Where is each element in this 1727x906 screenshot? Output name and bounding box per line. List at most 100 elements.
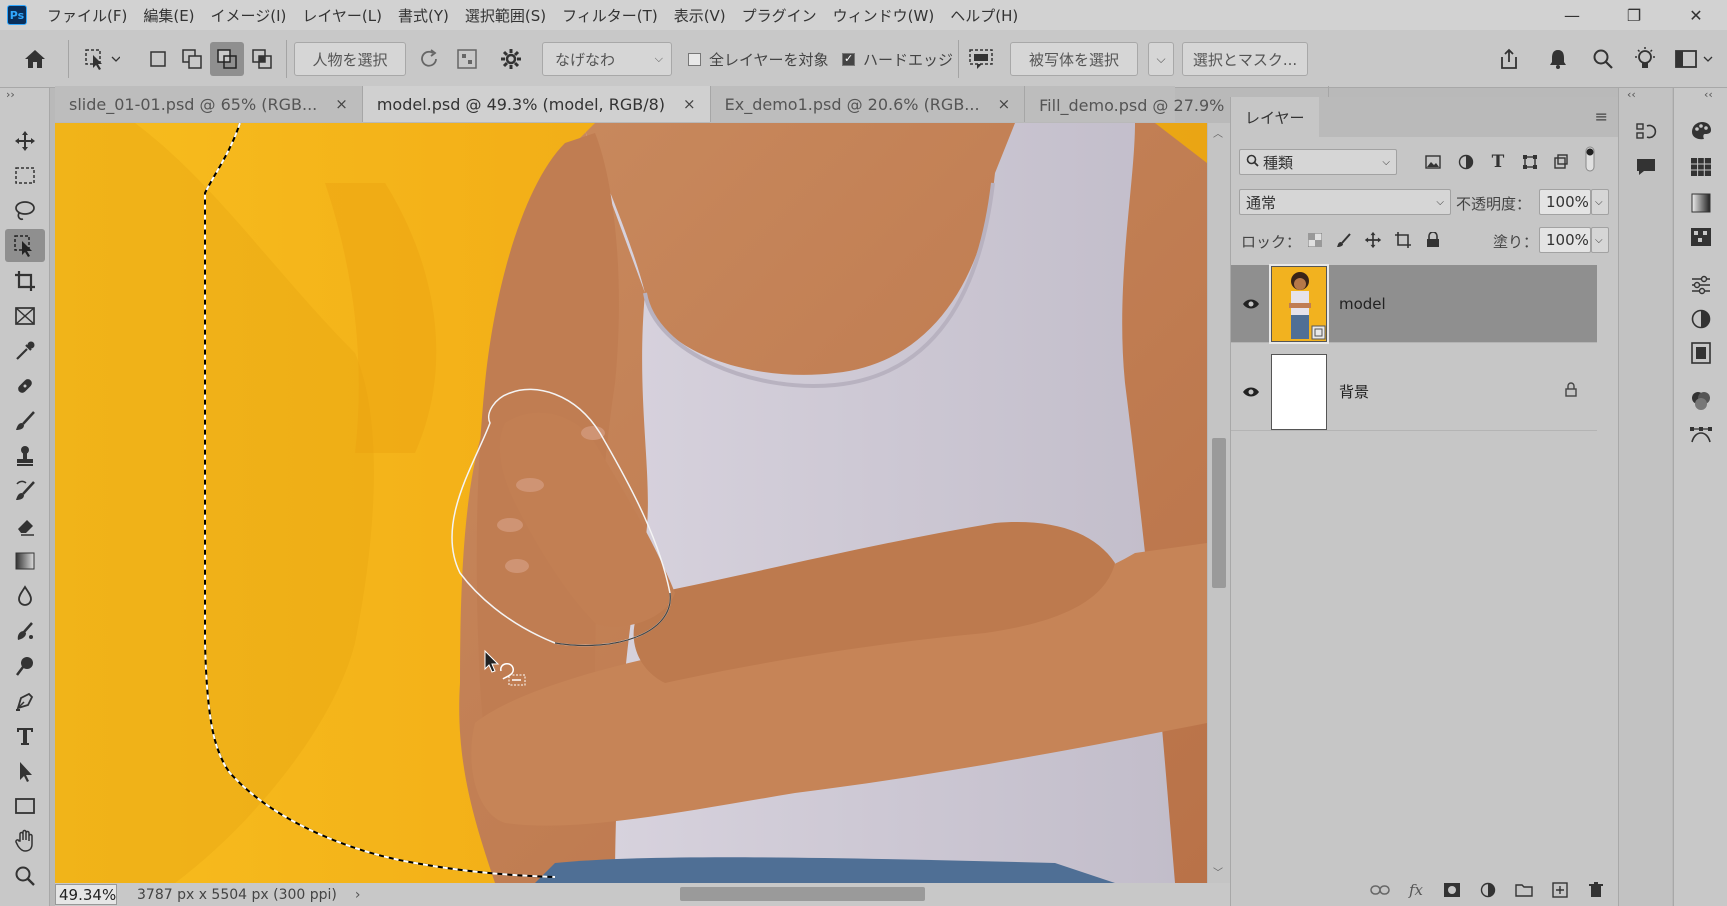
adjustment-layer-icon[interactable] [1477, 879, 1499, 901]
tab-ex-demo1[interactable]: Ex_demo1.psd @ 20.6% (RGB... × [711, 86, 1026, 122]
zoom-tool-icon[interactable] [5, 859, 45, 892]
hand-tool-icon[interactable] [5, 824, 45, 857]
share-icon[interactable] [1494, 44, 1524, 74]
layer-thumbnail-model[interactable] [1269, 263, 1329, 344]
lightbulb-icon[interactable] [1630, 44, 1660, 74]
document-canvas[interactable] [55, 123, 1207, 883]
select-and-mask-button[interactable]: 選択とマスク... [1182, 42, 1308, 76]
patterns-icon[interactable] [1686, 222, 1716, 252]
dodge-tool-icon[interactable] [5, 649, 45, 682]
paths-icon[interactable] [1686, 420, 1716, 450]
blend-mode-dropdown[interactable]: 通常 ⌵ [1239, 189, 1451, 215]
eye-icon[interactable] [1231, 386, 1271, 398]
close-icon[interactable]: × [683, 95, 696, 113]
panel-menu-icon[interactable]: ≡ [1595, 107, 1608, 126]
adjustments-icon[interactable] [1686, 304, 1716, 334]
libraries-icon[interactable] [1686, 338, 1716, 368]
select-subject-dropdown[interactable]: ⌵ [1148, 42, 1174, 76]
history-brush-tool-icon[interactable] [5, 474, 45, 507]
close-icon[interactable]: × [335, 95, 348, 113]
lasso-tool-icon[interactable] [5, 194, 45, 227]
hard-edge-checkbox[interactable]: ハードエッジ [842, 44, 953, 74]
rectangle-tool-icon[interactable] [5, 789, 45, 822]
collapse-arrows-icon[interactable]: ›› [6, 88, 15, 101]
channels-icon[interactable] [1686, 386, 1716, 416]
move-tool-icon[interactable] [5, 124, 45, 157]
lock-artboard-icon[interactable] [1391, 228, 1415, 252]
lock-transparent-icon[interactable] [1303, 228, 1327, 252]
add-to-selection-icon[interactable] [178, 44, 206, 74]
minimize-button[interactable]: — [1541, 0, 1603, 30]
filter-pixel-icon[interactable] [1421, 150, 1445, 174]
menu-select[interactable]: 選択範囲(S) [465, 5, 546, 26]
horizontal-scrollbar[interactable] [435, 887, 1235, 901]
marquee-tool-icon[interactable] [5, 159, 45, 192]
vertical-scrollbar[interactable]: ︿ ﹀ [1208, 123, 1230, 883]
scroll-down-icon[interactable]: ﹀ [1213, 864, 1223, 879]
fill-dropdown[interactable]: ⌵ [1591, 227, 1609, 253]
eye-icon[interactable] [1231, 298, 1271, 310]
hard-edge-checkbox-box[interactable] [842, 52, 855, 66]
path-selection-tool-icon[interactable] [5, 754, 45, 787]
tab-slide-01-01[interactable]: slide_01-01.psd @ 65% (RGB... × [55, 86, 363, 122]
home-icon[interactable] [20, 44, 50, 74]
bell-icon[interactable] [1543, 44, 1573, 74]
collapse-arrows-icon[interactable]: ‹‹ [1627, 88, 1636, 101]
close-icon[interactable]: × [998, 95, 1011, 113]
color-icon[interactable] [1686, 116, 1716, 146]
select-subject-button[interactable]: 被写体を選択 [1010, 42, 1138, 76]
pen-tool-icon[interactable] [5, 684, 45, 717]
smudge-tool-icon[interactable] [5, 614, 45, 647]
layer-thumbnail-background[interactable] [1271, 353, 1327, 430]
menu-type[interactable]: 書式(Y) [398, 5, 449, 26]
vertical-scroll-thumb[interactable] [1212, 438, 1226, 588]
object-selection-tool-icon[interactable] [5, 229, 45, 262]
menu-filter[interactable]: フィルター(T) [562, 5, 658, 26]
object-selection-tool-preset-icon[interactable] [80, 44, 124, 74]
horizontal-scroll-thumb[interactable] [680, 887, 925, 901]
history-icon[interactable] [1631, 116, 1661, 146]
comments-icon[interactable] [1631, 152, 1661, 182]
menu-edit[interactable]: 編集(E) [143, 5, 194, 26]
all-layers-checkbox[interactable]: 全レイヤーを対象 [688, 44, 829, 74]
close-button[interactable]: ✕ [1665, 0, 1727, 30]
collapse-arrows-icon[interactable]: ‹‹ [1704, 88, 1713, 101]
fx-icon[interactable]: fx [1405, 879, 1427, 901]
type-tool-icon[interactable] [5, 719, 45, 752]
lock-position-icon[interactable] [1361, 228, 1385, 252]
menu-file[interactable]: ファイル(F) [47, 5, 127, 26]
all-layers-checkbox-box[interactable] [688, 52, 701, 66]
menu-help[interactable]: ヘルプ(H) [950, 5, 1018, 26]
refresh-icon[interactable] [414, 44, 444, 74]
clone-stamp-tool-icon[interactable] [5, 439, 45, 472]
lock-pixels-icon[interactable] [1332, 228, 1356, 252]
properties-icon[interactable] [1686, 270, 1716, 300]
frame-tool-icon[interactable] [5, 299, 45, 332]
swatches-icon[interactable] [1686, 152, 1716, 182]
zoom-level-field[interactable]: 49.34% [55, 884, 117, 905]
fill-input[interactable]: 100% [1539, 227, 1591, 253]
subtract-from-selection-icon[interactable] [210, 42, 244, 76]
restore-button[interactable]: ❐ [1603, 0, 1665, 30]
scroll-up-icon[interactable]: ︿ [1213, 125, 1223, 140]
opacity-input[interactable]: 100% [1539, 189, 1591, 215]
opacity-dropdown[interactable]: ⌵ [1591, 189, 1609, 215]
filter-shape-icon[interactable] [1518, 150, 1542, 174]
spot-healing-tool-icon[interactable] [5, 369, 45, 402]
blur-tool-icon[interactable] [5, 579, 45, 612]
select-person-button[interactable]: 人物を選択 [294, 42, 406, 76]
gear-icon[interactable] [496, 44, 526, 74]
mode-dropdown[interactable]: なげなわ ⌵ [542, 42, 672, 76]
intersect-selection-icon[interactable] [248, 44, 276, 74]
eyedropper-tool-icon[interactable] [5, 334, 45, 367]
layer-row-background[interactable]: 背景 [1231, 353, 1597, 431]
filter-type-icon[interactable]: T [1486, 150, 1510, 174]
menu-plugins[interactable]: プラグイン [742, 5, 817, 26]
menu-image[interactable]: イメージ(I) [211, 5, 287, 26]
speech-bubble-icon[interactable] [966, 44, 996, 74]
delete-layer-icon[interactable] [1585, 879, 1607, 901]
add-mask-icon[interactable] [1441, 879, 1463, 901]
filter-toggle-icon[interactable] [1583, 146, 1597, 172]
gradient-tool-icon[interactable] [5, 544, 45, 577]
search-icon[interactable] [1588, 44, 1618, 74]
